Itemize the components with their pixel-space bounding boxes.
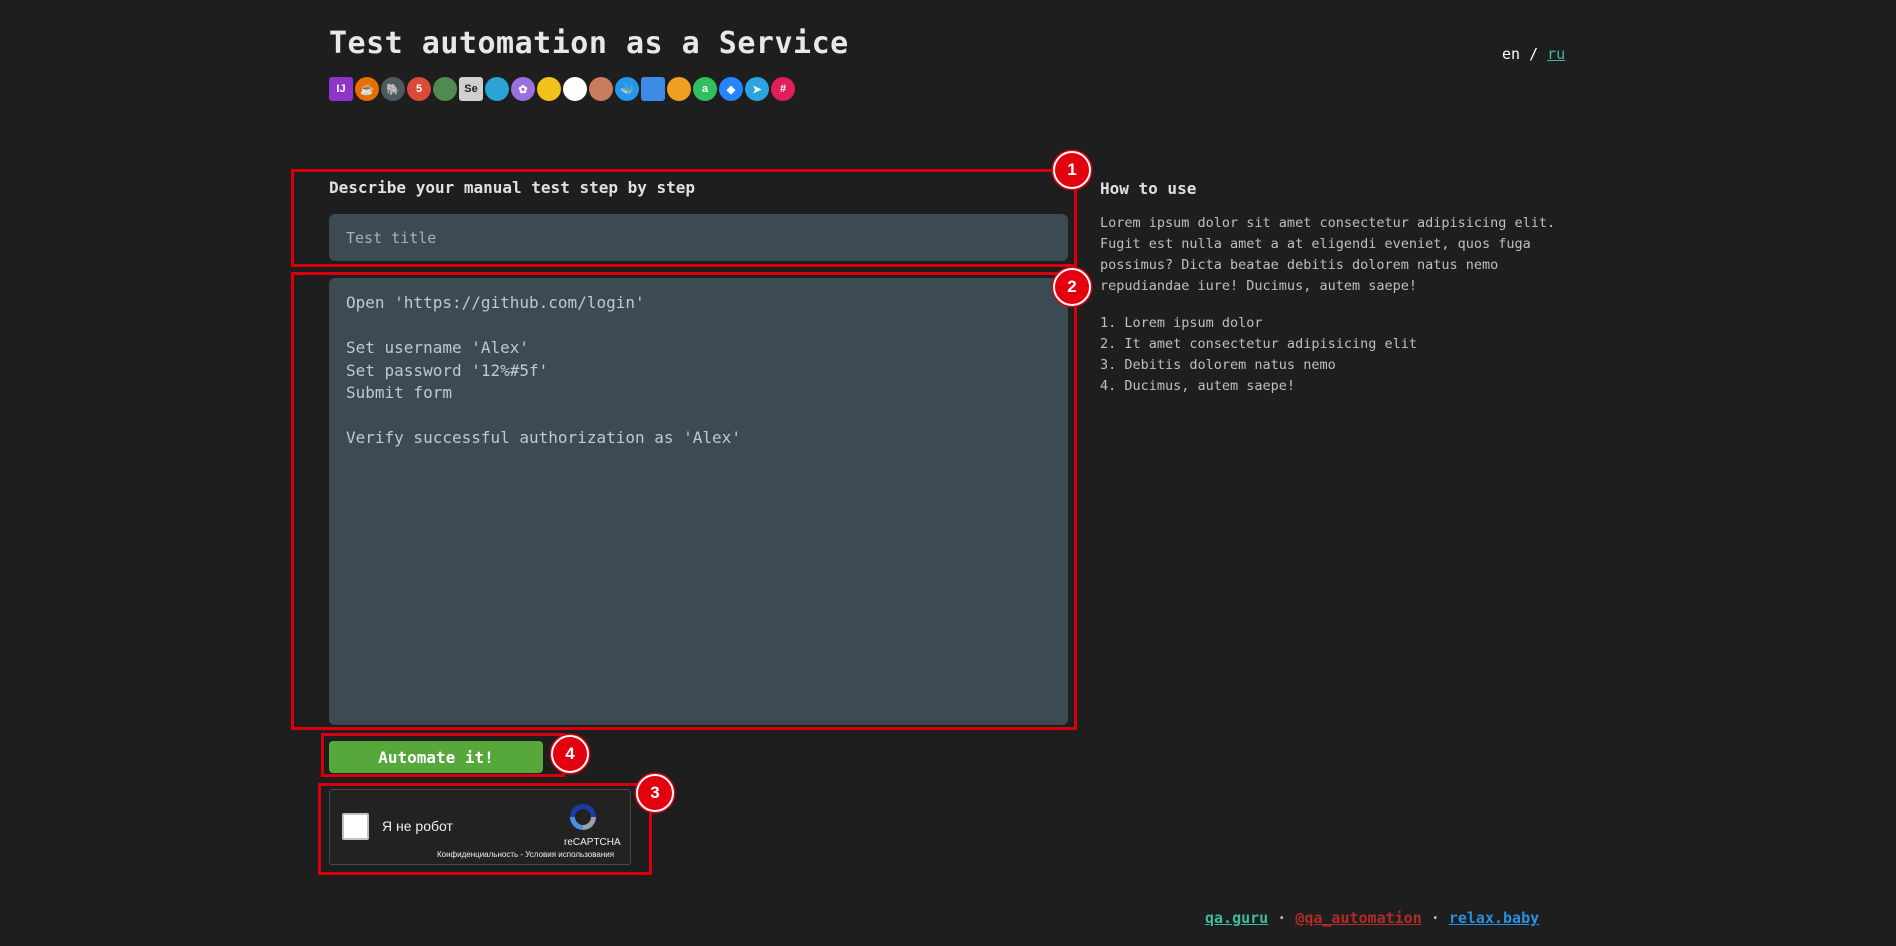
junit5-icon: 5 [407,77,431,101]
browserstack-icon [641,77,665,101]
appium-icon: a [693,77,717,101]
tool-icons-row: IJ ☕ 🐘 5 Se ✿ 🐳 a ◆ ➤ # [329,77,795,101]
jenkins-icon [589,77,613,101]
footer-separator: · [1430,909,1440,927]
chrome-icon [667,77,691,101]
selenoid-icon [485,77,509,101]
telegram-icon: ➤ [745,77,769,101]
lang-separator: / [1529,45,1539,63]
test-steps-textarea[interactable]: Open 'https://github.com/login' Set user… [329,278,1068,725]
footer-link-qa-guru[interactable]: qa.guru [1205,909,1268,927]
github-icon [563,77,587,101]
annotation-marker-3: 3 [636,774,674,812]
gradle-icon: 🐘 [381,77,405,101]
howto-item: 4. Ducimus, autem saepe! [1100,378,1296,394]
form-heading: Describe your manual test step by step [329,178,696,197]
automate-button[interactable]: Automate it! [329,741,543,773]
allure-report-icon [537,77,561,101]
recaptcha-widget: Я не робот reCAPTCHA Конфиденциальность … [329,789,631,865]
allure-testops-icon: ✿ [511,77,535,101]
footer: qa.guru · @qa_automation · relax.baby [1205,909,1539,927]
lang-en: en [1502,45,1521,63]
java-icon: ☕ [355,77,379,101]
howto-list: 1. Lorem ipsum dolor 2. It amet consecte… [1100,313,1417,397]
slack-icon: # [771,77,795,101]
recaptcha-logo-icon [570,804,596,830]
annotation-marker-2: 2 [1053,268,1091,306]
howto-item: 3. Debitis dolorem natus nemo [1100,357,1336,373]
howto-item: 1. Lorem ipsum dolor [1100,315,1263,331]
docker-icon: 🐳 [615,77,639,101]
selenide-icon [433,77,457,101]
language-switcher: en / ru [1502,45,1565,63]
intellij-idea-icon: IJ [329,77,353,101]
page-title: Test automation as a Service [329,26,849,61]
howto-description: Lorem ipsum dolor sit amet consectetur a… [1100,215,1556,294]
footer-separator: · [1277,909,1287,927]
selenium-icon: Se [459,77,483,101]
howto-item: 2. It amet consectetur adipisicing elit [1100,336,1417,352]
annotation-marker-4: 4 [551,735,589,773]
annotation-marker-1: 1 [1053,151,1091,189]
recaptcha-label: Я не робот [382,818,453,834]
recaptcha-brand: reCAPTCHA [564,837,621,848]
lang-ru-link[interactable]: ru [1547,45,1565,63]
recaptcha-privacy-terms[interactable]: Конфиденциальность - Условия использован… [437,850,614,859]
recaptcha-checkbox[interactable] [342,813,369,840]
footer-link-relax-baby[interactable]: relax.baby [1449,909,1539,927]
footer-link-qa-automation[interactable]: @qa_automation [1295,909,1421,927]
test-title-input[interactable] [329,214,1068,261]
jira-icon: ◆ [719,77,743,101]
howto-title: How to use [1100,179,1197,198]
